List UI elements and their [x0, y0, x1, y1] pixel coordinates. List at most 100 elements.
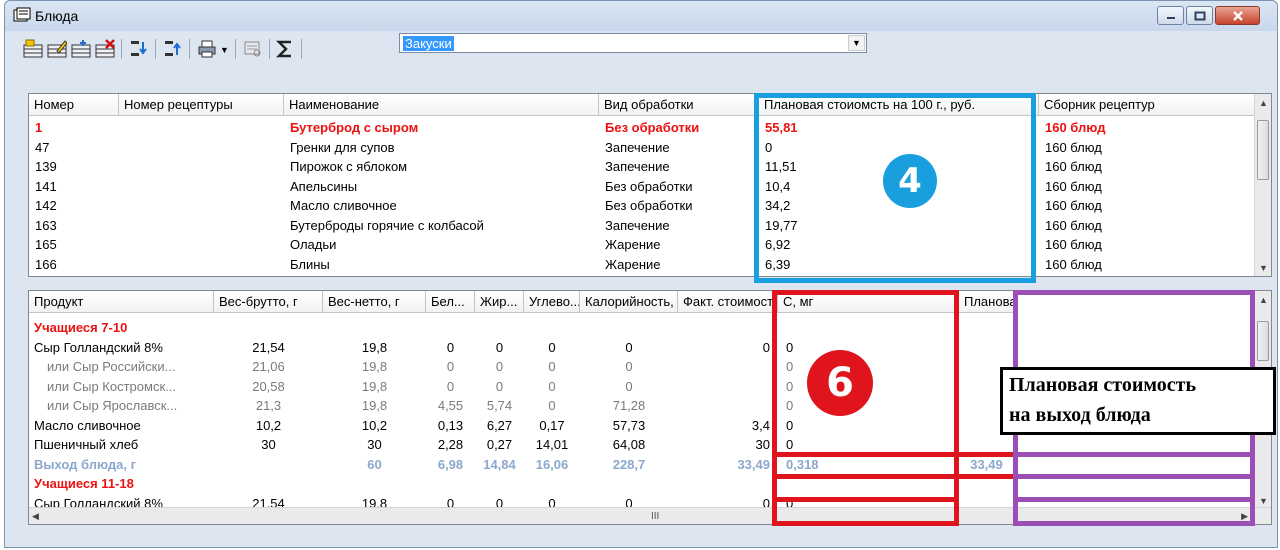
cell-actual-cost	[678, 474, 770, 493]
cell-fat: 14,84	[483, 456, 516, 472]
cell-number: 166	[35, 256, 57, 272]
dishes-vertical-scrollbar[interactable]: ▲ ▼	[1254, 94, 1271, 276]
cell-recipe-collection: 160 блюд	[1045, 159, 1102, 174]
col-header-fat[interactable]: Жир...	[475, 291, 524, 313]
preview-icon[interactable]	[243, 39, 263, 59]
cell-calories: 0	[625, 339, 633, 355]
cell-recipe-collection: 160 блюд	[1045, 178, 1102, 194]
cell-recipe-collection: 160 блюд	[1045, 139, 1102, 155]
scroll-down-icon[interactable]: ▼	[1255, 259, 1271, 276]
scroll-thumb[interactable]	[1257, 321, 1269, 361]
window-title: Блюда	[35, 8, 79, 24]
col-header-gross-weight[interactable]: Вес-брутто, г	[214, 291, 323, 313]
cell-actual-cost: 3,4	[751, 417, 770, 433]
cell-recipe-number	[125, 157, 282, 176]
cell-name: Масло сливочное	[290, 198, 397, 213]
table-row[interactable]: 165 Оладьи Жарение 6,92 160 блюд	[29, 235, 1255, 254]
cell-processing: Без обработки	[605, 198, 693, 213]
col-header-calories[interactable]: Калорийность, ...	[580, 291, 678, 313]
scroll-up-icon[interactable]: ▲	[1255, 94, 1271, 111]
table-row[interactable]: 1 Бутерброд с сыром Без обработки 55,81 160 …	[29, 118, 1255, 137]
col-header-carbs[interactable]: Углево...	[524, 291, 580, 313]
toolbar-separator	[235, 39, 236, 59]
col-header-net-weight[interactable]: Вес-нетто, г	[323, 291, 426, 313]
cell-actual-cost	[678, 396, 770, 415]
copy-record-icon[interactable]	[71, 39, 91, 59]
table-row[interactable]: 47 Гренки для супов Запечение 0 160 блюд	[29, 138, 1255, 157]
cell-processing: Без обработки	[605, 178, 693, 194]
scroll-left-icon[interactable]: ◀	[32, 508, 39, 524]
title-bar[interactable]: Блюда	[5, 1, 1277, 31]
cell-calories: 228,7	[612, 456, 646, 472]
print-dropdown-arrow[interactable]: ▼	[220, 45, 229, 55]
cell-name: Апельсины	[290, 178, 358, 194]
cell-recipe-collection: 160 блюд	[1045, 256, 1102, 272]
col-header-processing[interactable]: Вид обработки	[599, 94, 759, 116]
cell-recipe-number	[125, 216, 282, 235]
col-header-recipe-number[interactable]: Номер рецептуры	[119, 94, 284, 116]
table-row[interactable]: 163 Бутерброды горячие с колбасой Запечени…	[29, 216, 1255, 235]
dish-category-select[interactable]: Закуски ▼	[399, 33, 867, 53]
minimize-button[interactable]	[1157, 6, 1184, 25]
cell-protein: 0,13	[437, 417, 464, 433]
scroll-thumb[interactable]	[1257, 120, 1269, 180]
cell-name: Блины	[290, 256, 330, 272]
cell-recipe-number	[125, 196, 282, 215]
cell-product: или Сыр Ярославск...	[47, 398, 178, 413]
cell-net-weight: 19,8	[361, 339, 388, 355]
table-row[interactable]: 142 Масло сливочное Без обработки 34,2 160 б…	[29, 196, 1255, 215]
col-header-protein[interactable]: Бел...	[426, 291, 475, 313]
cell-calories: 57,73	[612, 417, 646, 433]
move-up-icon[interactable]	[163, 39, 183, 59]
cell-gross-weight: 20,58	[252, 378, 285, 394]
cell-recipe-collection: 160 блюд	[1045, 198, 1102, 213]
cell-calories	[580, 474, 678, 493]
cell-carbs: 0,17	[539, 417, 565, 433]
cell-calories: 71,28	[612, 398, 646, 413]
cell-product: Учащиеся 7-10	[34, 320, 128, 335]
cell-carbs: 16,06	[535, 456, 569, 472]
scroll-up-icon[interactable]: ▲	[1255, 291, 1271, 308]
cell-recipe-collection: 160 блюд	[1045, 237, 1102, 252]
cell-recipe-number	[125, 118, 282, 137]
cell-net-weight	[323, 318, 426, 337]
close-button[interactable]	[1215, 6, 1260, 25]
col-header-number[interactable]: Номер	[29, 94, 119, 116]
col-header-product[interactable]: Продукт	[29, 291, 214, 313]
print-icon[interactable]	[197, 39, 217, 59]
col-header-name[interactable]: Наименование	[284, 94, 599, 116]
scrollbar-grip[interactable]: III	[651, 508, 659, 524]
toolbar-separator	[189, 39, 190, 59]
cell-net-weight: 19,8	[361, 359, 388, 374]
col-header-recipe-collection[interactable]: Сборник рецептур	[1039, 94, 1255, 116]
cell-calories: 0	[625, 378, 633, 394]
cell-recipe-collection: 160 блюд	[1045, 217, 1102, 233]
cell-number: 163	[35, 217, 57, 233]
cell-processing: Запечение	[605, 217, 670, 233]
cell-protein: 0	[446, 339, 455, 355]
cell-actual-cost	[678, 357, 770, 376]
cell-carbs: 0	[548, 398, 556, 413]
col-header-planned-cost-output[interactable]: Плановая стоимость на выхо...	[959, 291, 1014, 313]
cell-processing: Без обработки	[605, 120, 700, 135]
table-row[interactable]: 139 Пирожок с яблоком Запечение 11,51 160 бл…	[29, 157, 1255, 176]
cell-product: Сыр Голландский 8%	[34, 339, 163, 355]
edit-record-icon[interactable]	[47, 39, 67, 59]
toolbar-separator	[301, 39, 302, 59]
cell-protein: 2,28	[437, 437, 464, 452]
table-row[interactable]: 166 Блины Жарение 6,39 160 блюд	[29, 255, 1255, 274]
cell-fat: 5,74	[486, 398, 513, 413]
cell-fat: 0	[495, 359, 504, 374]
move-down-icon[interactable]	[129, 39, 149, 59]
cell-recipe-number	[125, 177, 282, 196]
add-record-icon[interactable]	[23, 39, 43, 59]
sum-icon[interactable]	[275, 39, 295, 59]
maximize-button[interactable]	[1186, 6, 1213, 25]
col-header-actual-cost[interactable]: Факт. стоимость, руб.	[678, 291, 778, 313]
chevron-down-icon[interactable]: ▼	[848, 35, 865, 51]
cell-actual-cost: 33,49	[737, 456, 770, 472]
delete-record-icon[interactable]	[95, 39, 115, 59]
cell-carbs	[524, 474, 580, 493]
cell-recipe-number	[125, 235, 282, 254]
table-row[interactable]: 141 Апельсины Без обработки 10,4 160 блюд	[29, 177, 1255, 196]
